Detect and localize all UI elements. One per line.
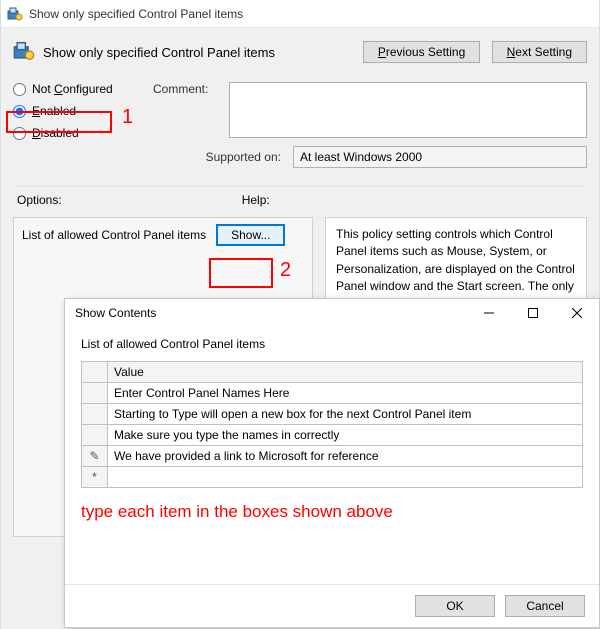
row-config: Not Configured Enabled Disabled Comment:: [13, 82, 587, 168]
radio-stack: Not Configured Enabled Disabled: [13, 82, 141, 140]
titlebar: Show only specified Control Panel items: [1, 0, 599, 28]
window-title: Show only specified Control Panel items: [29, 7, 243, 21]
dialog-divider: [65, 584, 599, 585]
policy-icon: [7, 6, 23, 22]
dialog-ok-button[interactable]: OK: [415, 595, 495, 617]
radio-not-configured-input[interactable]: [13, 83, 26, 96]
grid-cell[interactable]: Enter Control Panel Names Here: [108, 383, 583, 404]
help-label: Help:: [242, 193, 270, 207]
comment-label: Comment:: [153, 82, 217, 138]
dialog-title: Show Contents: [75, 306, 156, 320]
dialog-subtitle: List of allowed Control Panel items: [81, 337, 583, 351]
grid-row-marker: [82, 404, 108, 425]
policy-icon: [13, 40, 35, 65]
supported-on-label: Supported on:: [153, 150, 281, 164]
show-contents-dialog: Show Contents List of allowed Control Pa…: [64, 298, 600, 628]
grid-row[interactable]: *: [82, 467, 583, 488]
comment-area: Comment:: [153, 82, 587, 138]
grid-value-header: Value: [108, 362, 583, 383]
allowed-list-label: List of allowed Control Panel items: [22, 228, 206, 242]
supported-row: Supported on:: [153, 146, 587, 168]
radio-not-configured[interactable]: Not Configured: [13, 82, 141, 96]
show-button[interactable]: Show...: [216, 224, 285, 246]
grid-row-marker: [82, 383, 108, 404]
supported-on-value: [293, 146, 587, 168]
close-button[interactable]: [555, 299, 599, 327]
radio-enabled[interactable]: Enabled: [13, 104, 141, 118]
grid-row[interactable]: Starting to Type will open a new box for…: [82, 404, 583, 425]
radio-disabled[interactable]: Disabled: [13, 126, 141, 140]
annotation-overlay-hint: type each item in the boxes shown above: [81, 502, 583, 522]
grid-cell[interactable]: Starting to Type will open a new box for…: [108, 404, 583, 425]
grid-cell[interactable]: Make sure you type the names in correctl…: [108, 425, 583, 446]
grid-row[interactable]: Enter Control Panel Names Here: [82, 383, 583, 404]
radio-disabled-input[interactable]: [13, 127, 26, 140]
value-grid[interactable]: Value Enter Control Panel Names Here Sta…: [81, 361, 583, 488]
next-setting-label: ext Setting: [515, 45, 572, 59]
dialog-cancel-button[interactable]: Cancel: [505, 595, 585, 617]
opts-help-header: Options: Help:: [13, 193, 587, 207]
grid-row-marker: [82, 425, 108, 446]
previous-setting-button[interactable]: Previous Setting: [363, 41, 480, 63]
grid-row-marker: ✎: [82, 446, 108, 467]
subheader-title: Show only specified Control Panel items: [43, 45, 275, 60]
grid-rowhdr-header: [82, 362, 108, 383]
previous-setting-label: revious Setting: [386, 45, 465, 59]
grid-row-marker: *: [82, 467, 108, 488]
dialog-body: List of allowed Control Panel items Valu…: [65, 327, 599, 627]
minimize-button[interactable]: [467, 299, 511, 327]
nav-buttons: Previous Setting Next Setting: [363, 41, 587, 63]
maximize-button[interactable]: [511, 299, 555, 327]
dialog-buttons: OK Cancel: [415, 595, 585, 617]
comment-col: Comment: Supported on:: [153, 82, 587, 168]
grid-cell[interactable]: [108, 467, 583, 488]
radio-enabled-input[interactable]: [13, 105, 26, 118]
divider: [13, 186, 587, 187]
subheader-left: Show only specified Control Panel items: [13, 40, 275, 65]
next-setting-button[interactable]: Next Setting: [492, 41, 587, 63]
options-label: Options:: [17, 193, 62, 207]
grid-cell[interactable]: We have provided a link to Microsoft for…: [108, 446, 583, 467]
grid-row[interactable]: ✎ We have provided a link to Microsoft f…: [82, 446, 583, 467]
dialog-titlebar: Show Contents: [65, 299, 599, 327]
comment-input[interactable]: [229, 82, 587, 138]
grid-row[interactable]: Make sure you type the names in correctl…: [82, 425, 583, 446]
grid-header-row: Value: [82, 362, 583, 383]
subheader: Show only specified Control Panel items …: [1, 28, 599, 76]
options-row: List of allowed Control Panel items Show…: [22, 224, 304, 246]
